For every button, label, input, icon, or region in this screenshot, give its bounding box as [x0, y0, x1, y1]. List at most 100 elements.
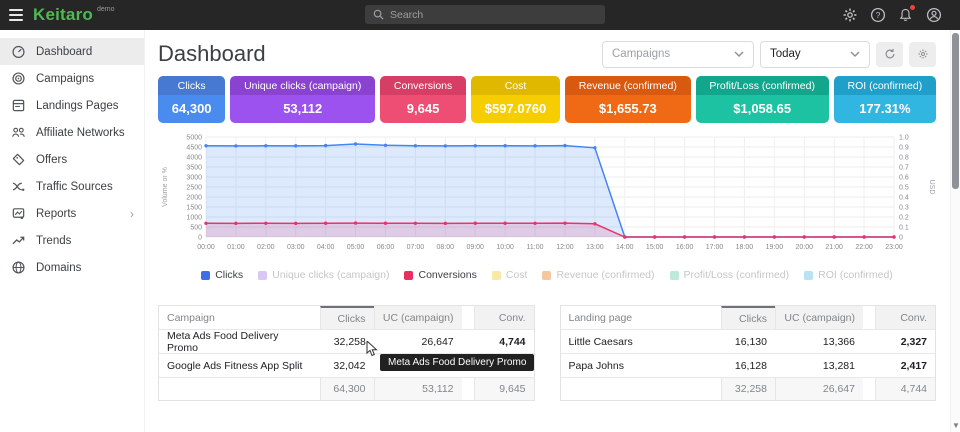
table-row[interactable]: Papa Johns16,12813,2812,417 — [561, 354, 936, 378]
campaigns-filter-select[interactable]: Campaigns — [602, 41, 754, 68]
menu-toggle-icon[interactable] — [0, 0, 30, 30]
svg-text:14:00: 14:00 — [616, 244, 634, 251]
traffic-chart-svg[interactable]: 0500100015002000250030003500400045005000… — [158, 131, 936, 259]
legend-item[interactable]: ROI (confirmed) — [804, 269, 893, 281]
table-totals-row: 64,30053,1129,645 — [159, 378, 534, 400]
metric-card[interactable]: Cost$597.0760 — [471, 76, 560, 123]
date-range-select[interactable]: Today — [760, 41, 870, 68]
svg-text:4500: 4500 — [186, 145, 202, 152]
traffic-chart[interactable]: 0500100015002000250030003500400045005000… — [158, 131, 936, 264]
metric-card[interactable]: ROI (confirmed)177.31% — [834, 76, 936, 123]
legend-item[interactable]: Profit/Loss (confirmed) — [670, 269, 790, 281]
report-chart-icon — [10, 206, 26, 222]
sidebar-item-dashboard[interactable]: Dashboard — [0, 38, 144, 65]
row-name[interactable]: Google Ads Fitness App Split — [159, 354, 320, 377]
metric-card-label: Cost — [471, 76, 560, 95]
table-totals-row: 32,25826,6474,744 — [561, 378, 936, 400]
column-header-clicks[interactable]: Clicks — [320, 306, 374, 329]
totals-conv: 9,645 — [474, 378, 534, 400]
column-spacer — [863, 306, 875, 329]
user-avatar-icon[interactable] — [926, 7, 942, 23]
column-header-conv[interactable]: Conv. — [875, 306, 935, 329]
legend-item[interactable]: Unique clicks (campaign) — [258, 269, 389, 281]
column-header-name[interactable]: Landing page — [561, 306, 722, 329]
legend-swatch — [404, 271, 413, 280]
totals-uc: 53,112 — [374, 378, 462, 400]
scroll-down-arrow-icon[interactable]: ▼ — [951, 421, 960, 430]
chart-legend: Clicks Unique clicks (campaign) Conversion… — [158, 269, 936, 281]
sidebar-item-reports[interactable]: Reports › — [0, 200, 144, 227]
column-header-clicks[interactable]: Clicks — [721, 306, 775, 329]
sidebar-item-affiliate-networks[interactable]: Affiliate Networks — [0, 119, 144, 146]
row-name[interactable]: Meta Ads Food Delivery Promo — [159, 330, 320, 353]
column-header-name[interactable]: Campaign — [159, 306, 320, 329]
metric-card-label: Clicks — [158, 76, 225, 95]
refresh-button[interactable] — [876, 42, 903, 67]
search-input[interactable] — [390, 9, 597, 21]
legend-item[interactable]: Conversions — [404, 269, 476, 281]
svg-text:1000: 1000 — [186, 215, 202, 222]
dashboard-settings-button[interactable] — [909, 42, 936, 67]
pages-icon — [10, 98, 26, 114]
metric-card[interactable]: Unique clicks (campaign)53,112 — [230, 76, 375, 123]
metric-card-label: Profit/Loss (confirmed) — [696, 76, 829, 95]
totals-uc: 26,647 — [775, 378, 863, 400]
legend-swatch — [804, 271, 813, 280]
metric-card[interactable]: Clicks64,300 — [158, 76, 225, 123]
svg-text:0.9: 0.9 — [899, 145, 909, 152]
row-clicks: 32,258 — [320, 330, 374, 353]
page-title: Dashboard — [158, 41, 266, 67]
svg-text:19:00: 19:00 — [766, 244, 784, 251]
trend-arrow-icon — [10, 233, 26, 249]
table-row[interactable]: Meta Ads Food Delivery Promo32,25826,647… — [159, 330, 534, 354]
sidebar-item-label: Dashboard — [36, 46, 92, 58]
metric-card-value: 177.31% — [834, 95, 936, 123]
svg-text:22:00: 22:00 — [855, 244, 873, 251]
sidebar-item-label: Domains — [36, 262, 81, 274]
campaigns-filter-value: Campaigns — [612, 48, 670, 60]
column-header-uc[interactable]: UC (campaign) — [775, 306, 863, 329]
legend-item[interactable]: Revenue (confirmed) — [542, 269, 654, 281]
svg-text:?: ? — [876, 10, 881, 20]
global-search[interactable] — [365, 5, 605, 24]
svg-text:2000: 2000 — [186, 195, 202, 202]
sidebar-item-traffic-sources[interactable]: Traffic Sources — [0, 173, 144, 200]
help-icon[interactable]: ? — [870, 7, 886, 23]
svg-text:06:00: 06:00 — [377, 244, 395, 251]
row-conv: 2,417 — [875, 354, 935, 377]
metric-card[interactable]: Profit/Loss (confirmed)$1,058.65 — [696, 76, 829, 123]
legend-item[interactable]: Cost — [492, 269, 528, 281]
metric-card-label: Conversions — [380, 76, 466, 95]
metric-card-value: $1,058.65 — [696, 95, 829, 123]
row-name[interactable]: Little Caesars — [561, 330, 722, 353]
sidebar-item-domains[interactable]: Domains — [0, 254, 144, 281]
totals-name — [561, 378, 722, 400]
sidebar-item-trends[interactable]: Trends — [0, 227, 144, 254]
svg-text:0: 0 — [899, 235, 903, 242]
legend-swatch — [201, 271, 210, 280]
column-header-conv[interactable]: Conv. — [474, 306, 534, 329]
settings-gear-icon[interactable] — [842, 7, 858, 23]
legend-label: Cost — [506, 269, 528, 281]
totals-clicks: 32,258 — [721, 378, 775, 400]
metric-card-label: Unique clicks (campaign) — [230, 76, 375, 95]
metric-card[interactable]: Conversions9,645 — [380, 76, 466, 123]
notifications-bell-icon[interactable] — [898, 7, 914, 23]
row-name[interactable]: Papa Johns — [561, 354, 722, 377]
metric-card[interactable]: Revenue (confirmed)$1,655.73 — [565, 76, 691, 123]
legend-label: ROI (confirmed) — [818, 269, 893, 281]
sidebar-item-campaigns[interactable]: Campaigns — [0, 65, 144, 92]
table-row[interactable]: Little Caesars16,13013,3662,327 — [561, 330, 936, 354]
split-arrows-icon — [10, 179, 26, 195]
svg-text:5000: 5000 — [186, 135, 202, 142]
legend-item[interactable]: Clicks — [201, 269, 243, 281]
scrollbar-thumb[interactable] — [952, 33, 959, 189]
sidebar-item-landings-pages[interactable]: Landings Pages — [0, 92, 144, 119]
legend-swatch — [670, 271, 679, 280]
metric-card-label: Revenue (confirmed) — [565, 76, 691, 95]
svg-text:03:00: 03:00 — [287, 244, 305, 251]
row-tooltip: Meta Ads Food Delivery Promo — [380, 354, 534, 371]
sidebar-item-offers[interactable]: Offers — [0, 146, 144, 173]
column-header-uc[interactable]: UC (campaign) — [374, 306, 462, 329]
vertical-scrollbar[interactable]: ▼ — [950, 30, 960, 432]
